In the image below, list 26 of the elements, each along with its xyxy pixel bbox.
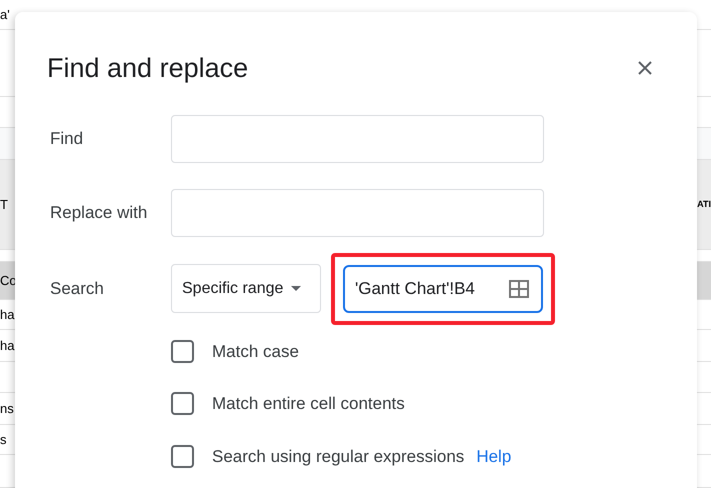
field-label: Find (50, 128, 84, 150)
cell-text: s (0, 433, 6, 446)
checkbox[interactable] (171, 444, 194, 468)
caret-icon (291, 286, 302, 291)
help-link[interactable]: Help (476, 444, 512, 469)
checkbox-label: Match entire cell contents (212, 393, 405, 415)
cell-text: T (0, 198, 8, 211)
input-field[interactable] (171, 188, 544, 236)
field-label: Replace with (50, 202, 148, 224)
cell-text: ATI (697, 200, 711, 209)
checkbox[interactable] (171, 340, 194, 363)
grid-icon (509, 280, 529, 298)
close-icon (637, 60, 653, 76)
cell-text: ha (0, 308, 14, 321)
cell-text: ns (0, 402, 14, 415)
field-label: Search (50, 278, 105, 300)
scope-dropdown[interactable]: Specific range (171, 264, 321, 313)
range-field[interactable]: 'Gantt Chart'!B4 (343, 264, 543, 312)
checkbox-label: Search using regular expressions (212, 446, 464, 468)
cell-text: ha (0, 339, 14, 352)
input-field[interactable] (171, 114, 544, 162)
checkbox-label: Match case (212, 340, 299, 362)
dialog-title: Find and replace (47, 52, 248, 85)
cell-text: a' (0, 8, 10, 21)
range-value: 'Gantt Chart'!B4 (355, 278, 475, 300)
checkbox[interactable] (171, 392, 194, 416)
